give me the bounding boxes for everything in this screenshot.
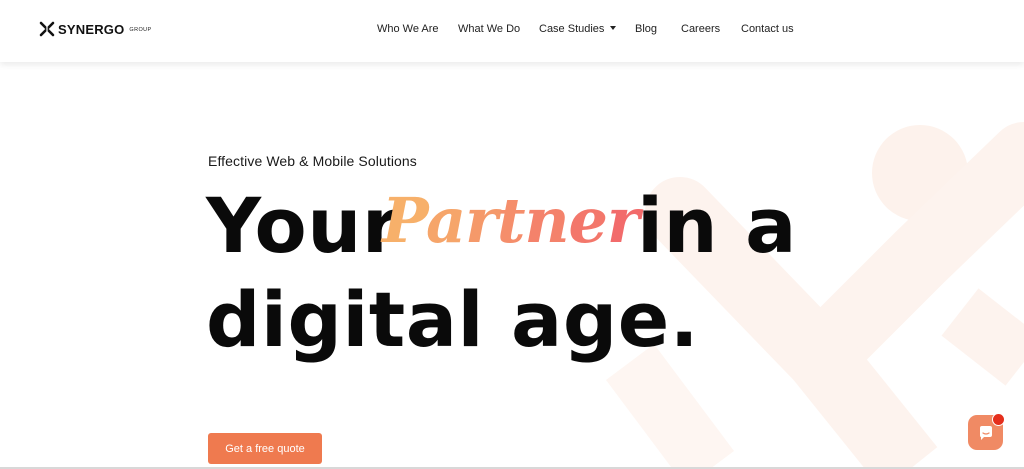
accent-letter: P (382, 184, 427, 257)
nav-who-we-are[interactable]: Who We Are (377, 23, 439, 35)
accent-letter: r (607, 184, 640, 257)
nav-case-studies[interactable]: Case Studies (539, 23, 617, 35)
accent-letter: t (496, 184, 526, 257)
nav-contact-us[interactable]: Contact us (741, 23, 794, 35)
main-nav: Who We Are What We Do Case Studies Blog … (0, 23, 1024, 39)
caret-down-icon (610, 26, 617, 31)
notification-dot (992, 413, 1005, 426)
accent-letter: a (425, 184, 466, 257)
nav-blog[interactable]: Blog (635, 23, 657, 35)
hero-title-line1-end: in a (637, 181, 797, 270)
nav-case-studies-label: Case Studies (539, 23, 605, 35)
accent-letter: r (465, 184, 498, 257)
hero-kicker: Effective Web & Mobile Solutions (208, 153, 417, 169)
chat-bubble-icon (979, 425, 992, 440)
hero-title-line2: digital age. (206, 275, 700, 364)
nav-careers[interactable]: Careers (681, 23, 720, 35)
nav-what-we-do[interactable]: What We Do (458, 23, 520, 35)
site-header: SYNERGO GROUP Who We Are What We Do Case… (0, 0, 1024, 62)
get-free-quote-button[interactable]: Get a free quote (208, 433, 322, 464)
accent-letter: n (524, 184, 569, 257)
hero-title-line1-start: Your (206, 181, 400, 270)
hero-accent-word: Partner (382, 190, 640, 252)
accent-letter: e (568, 184, 608, 257)
